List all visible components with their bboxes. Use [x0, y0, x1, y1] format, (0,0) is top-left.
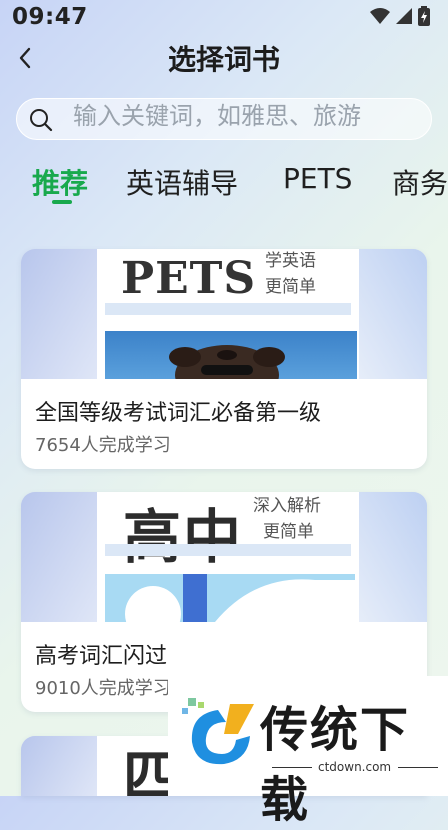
status-bar: 09:47	[0, 0, 448, 36]
status-icons	[370, 6, 430, 26]
active-tab-indicator	[52, 200, 72, 204]
dog-photo	[105, 331, 357, 379]
watermark-url: ctdown.com	[318, 760, 392, 774]
book-title: 高考词汇闪过	[35, 644, 168, 669]
cover-tag-line1: 学英语	[265, 251, 316, 271]
book-card[interactable]: PETS 学英语 更简单 全国等级考试词汇必备第一级 7654人完成学习	[21, 249, 427, 469]
ctdown-logo-icon	[182, 698, 254, 765]
battery-icon	[418, 6, 430, 26]
cover-title: PETS	[121, 253, 257, 304]
tab-business[interactable]: 商务	[392, 162, 448, 202]
watermark: 传统下载 ctdown.com	[168, 676, 448, 828]
cover-tag-line2: 更简单	[265, 277, 316, 297]
cover-tag-line2: 更简单	[263, 522, 314, 542]
tab-pets[interactable]: PETS	[283, 162, 352, 195]
header: 选择词书	[0, 36, 448, 80]
cover-graphic	[105, 574, 355, 622]
search-input[interactable]: 输入关键词，如雅思、旅游	[16, 98, 432, 140]
cover-tag-line1: 深入解析	[253, 496, 321, 516]
tab-recommended[interactable]: 推荐	[32, 162, 88, 202]
status-time: 09:47	[12, 4, 88, 30]
book-learners: 7654人完成学习	[35, 435, 171, 456]
book-cover: PETS 学英语 更简单	[21, 249, 427, 379]
book-learners: 9010人完成学习	[35, 678, 171, 699]
signal-icon	[396, 8, 412, 24]
book-title: 全国等级考试词汇必备第一级	[35, 401, 322, 426]
search-placeholder: 输入关键词，如雅思、旅游	[73, 102, 361, 130]
cover-title: 高中	[123, 503, 244, 571]
page-title: 选择词书	[167, 43, 280, 76]
wifi-icon	[370, 8, 390, 24]
book-cover: 高中 深入解析 更简单	[21, 492, 427, 622]
search-icon	[30, 109, 53, 132]
tab-english-tutoring[interactable]: 英语辅导	[126, 162, 238, 202]
